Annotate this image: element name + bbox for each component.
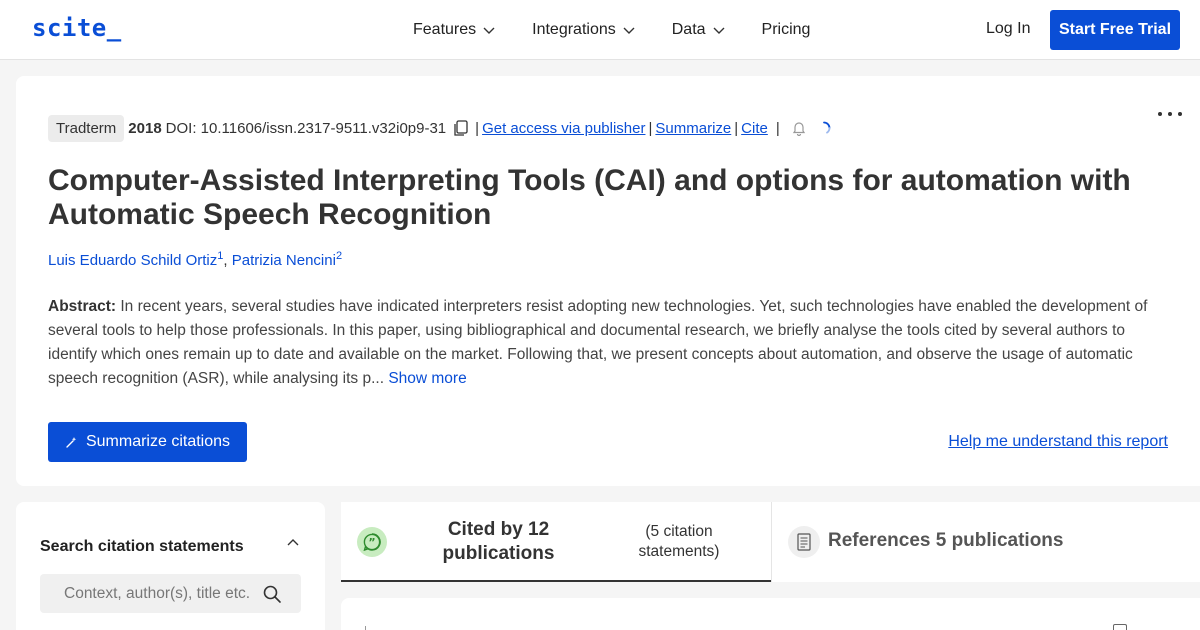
paper-meta-row: Tradterm 2018 DOI: 10.11606/issn.2317-95… [48,113,831,143]
nav-features[interactable]: Features [413,21,496,39]
top-navigation-bar: scite_ Features Integrations Data Pricin… [0,0,1200,60]
show-more-link[interactable]: Show more [388,370,466,387]
summarize-link[interactable]: Summarize [655,120,731,137]
author-name: Luis Eduardo Schild Ortiz [48,252,218,269]
copy-icon[interactable] [452,119,470,137]
citation-tabs: ” Cited by 12 publications (5 citation s… [341,502,1200,582]
abstract-text: In recent years, several studies have in… [48,298,1148,387]
abstract-label: Abstract: [48,298,117,315]
references-label: References 5 publications [828,530,1064,551]
main-nav: Features Integrations Data Pricing [413,0,810,60]
chevron-up-icon[interactable] [286,536,300,550]
nav-integrations[interactable]: Integrations [532,21,636,39]
document-icon [788,526,820,558]
scite-logo[interactable]: scite_ [32,14,122,42]
get-access-link[interactable]: Get access via publisher [482,120,645,137]
cite-link[interactable]: Cite [741,120,768,137]
nav-pricing[interactable]: Pricing [762,21,811,39]
paper-card: Tradterm 2018 DOI: 10.11606/issn.2317-95… [16,76,1200,486]
start-free-trial-button[interactable]: Start Free Trial [1050,10,1180,50]
author-separator: , [223,252,232,269]
nav-integrations-label: Integrations [532,21,616,38]
separator: | [648,119,653,137]
author-list: Luis Eduardo Schild Ortiz1, Patrizia Nen… [48,250,342,269]
tab-references[interactable]: References 5 publications [772,502,1200,582]
separator: | [734,119,739,137]
citation-statements-count: (5 citation statements) [638,523,720,560]
paper-title: Computer-Assisted Interpreting Tools (CA… [48,164,1131,231]
author-name: Patrizia Nencini [231,252,336,269]
citation-list-panel [341,598,1200,630]
loading-spinner-icon [822,121,831,134]
nav-features-label: Features [413,21,477,38]
citation-search-panel: Search citation statements [16,502,325,630]
nav-data-label: Data [671,21,706,38]
journal-chip[interactable]: Tradterm [48,114,125,142]
author-link[interactable]: Patrizia Nencini2 [231,250,343,269]
chevron-down-icon [713,27,725,34]
document-icon [1113,624,1127,630]
affiliation-number: 2 [335,250,343,262]
chevron-down-icon [623,27,635,34]
panel-divider [365,626,366,630]
quote-icon: ” [357,527,387,557]
nav-pricing-label: Pricing [761,21,811,38]
login-link[interactable]: Log In [986,20,1030,38]
summarize-citations-label: Summarize citations [85,433,231,450]
tab-cited-by[interactable]: ” Cited by 12 publications (5 citation s… [341,502,771,582]
more-options-icon[interactable] [1156,109,1184,119]
search-citations-title: Search citation statements [40,538,244,555]
svg-text:”: ” [368,536,375,549]
nav-data[interactable]: Data [672,21,726,39]
doi-text: DOI: 10.11606/issn.2317-9511.v32i0p9-31 [165,119,447,137]
magic-wand-icon [66,436,77,448]
chevron-down-icon [483,27,495,34]
bell-icon[interactable] [791,120,807,136]
separator: | [475,119,480,137]
author-link[interactable]: Luis Eduardo Schild Ortiz1 [48,250,223,269]
search-icon[interactable] [262,584,282,604]
summarize-citations-button[interactable]: Summarize citations [48,422,247,462]
separator: | [775,119,780,137]
help-understand-report-link[interactable]: Help me understand this report [948,433,1168,451]
publication-year: 2018 [128,119,162,137]
abstract: Abstract: In recent years, several studi… [48,295,1173,391]
cited-by-label: Cited by 12 publications [442,519,555,564]
